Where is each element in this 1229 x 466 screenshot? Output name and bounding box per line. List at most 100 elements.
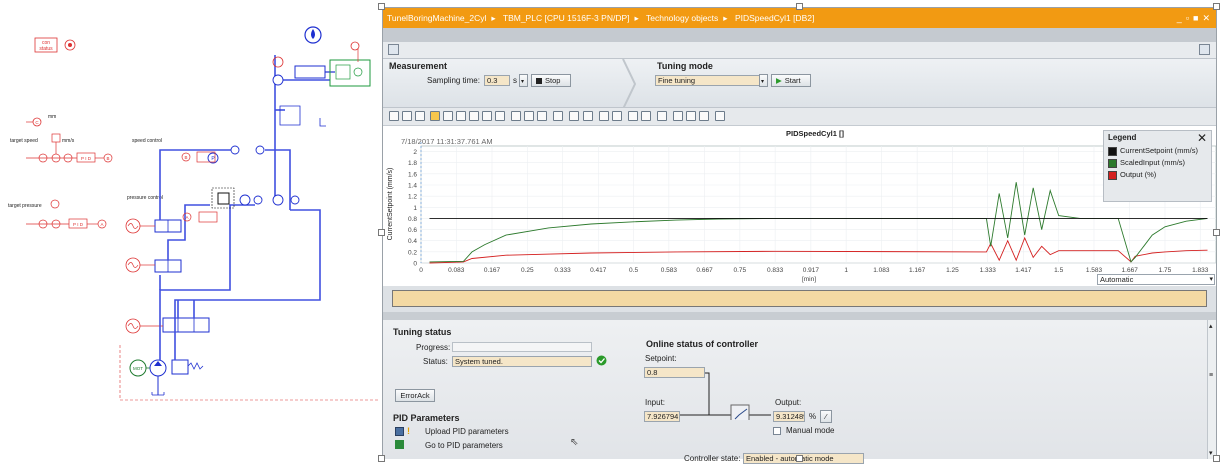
flow-sensor-icon[interactable] — [272, 194, 284, 206]
tuning-mode-select[interactable]: Fine tuning — [655, 75, 761, 86]
scroll-up-icon[interactable]: ▴ — [1209, 322, 1213, 330]
align-icon[interactable] — [583, 111, 593, 121]
trend-chart[interactable]: 7/18/2017 11:31:37.761 AM PIDSpeedCyl1 []… — [383, 126, 1217, 286]
export-icon[interactable] — [715, 111, 725, 121]
scale-icon[interactable] — [569, 111, 579, 121]
p-sensor-2-icon[interactable] — [239, 194, 251, 206]
y-axis-label: CurrentSetpoint (mm/s) — [387, 168, 394, 241]
goto-arrow-icon[interactable] — [395, 440, 404, 449]
sampling-unit-dropdown[interactable]: ▾ — [519, 74, 528, 87]
cylinder[interactable] — [294, 65, 326, 79]
table-icon[interactable] — [657, 111, 667, 121]
measure-icon[interactable] — [524, 111, 534, 121]
upload-params-link[interactable]: Upload PID parameters — [425, 427, 509, 436]
pressure-amp-block[interactable] — [198, 211, 218, 223]
chart-legend: Legend ✕ CurrentSetpoint (mm/s) ScaledIn… — [1103, 130, 1212, 202]
zoom-in-icon[interactable] — [482, 111, 492, 121]
fit-icon[interactable] — [415, 111, 425, 121]
legend-item-setpoint[interactable]: CurrentSetpoint (mm/s) — [1108, 145, 1198, 156]
list-alt-icon[interactable] — [699, 111, 709, 121]
resize-handle[interactable] — [378, 455, 385, 462]
resize-handle[interactable] — [1213, 3, 1220, 10]
resize-handle[interactable] — [378, 229, 385, 236]
pan-icon[interactable] — [430, 111, 440, 121]
start-button[interactable]: ▶ Start — [771, 74, 811, 87]
sampling-unit: s — [513, 76, 517, 85]
zoom-y-icon[interactable] — [469, 111, 479, 121]
controller-state-value: Enabled - automatic mode — [743, 453, 864, 464]
config-view-icon[interactable] — [388, 44, 399, 55]
relief-valve[interactable] — [171, 359, 189, 375]
resize-handle[interactable] — [1213, 229, 1220, 236]
check-valve-3-icon[interactable] — [230, 145, 240, 155]
scroll-grip-icon[interactable]: ≡ — [1209, 372, 1213, 379]
settings-panel-icon[interactable] — [1199, 44, 1210, 55]
chart-mode-select[interactable]: Automatic ▾ — [1097, 274, 1215, 285]
legend-item-output[interactable]: Output (%) — [1108, 169, 1156, 180]
zoom-area-icon[interactable] — [443, 111, 453, 121]
pid-tuning-window: TunelBoringMachine_2Cyl ▸ TBM_PLC [CPU 15… — [382, 7, 1217, 464]
stop-button[interactable]: Stop — [531, 74, 571, 87]
y-tick-label: 2 — [413, 149, 417, 156]
pressure-regulator-block[interactable] — [217, 192, 230, 205]
zoom-out-icon[interactable] — [495, 111, 505, 121]
position-sensor-icon[interactable] — [350, 41, 360, 51]
tuning-mode-dropdown[interactable]: ▾ — [759, 74, 768, 87]
cursor-icon[interactable] — [511, 111, 521, 121]
pid-params-title: PID Parameters — [393, 413, 460, 423]
split-h-icon[interactable] — [628, 111, 638, 121]
legend-label: Output (%) — [1120, 170, 1157, 179]
snapshot-icon[interactable] — [537, 111, 547, 121]
forward-icon[interactable] — [402, 111, 412, 121]
p-sensor-top-icon[interactable] — [272, 74, 284, 86]
status-scrollbar[interactable]: ▴ ≡ ▾ — [1207, 320, 1216, 459]
resize-handle[interactable] — [1213, 455, 1220, 462]
grid-icon[interactable] — [553, 111, 563, 121]
breadcrumb-sep-icon: ▸ — [723, 13, 728, 23]
resize-handle[interactable] — [796, 455, 803, 462]
resize-handle[interactable] — [378, 3, 385, 10]
minimize-icon[interactable]: _ — [1177, 8, 1182, 28]
upload-icon[interactable] — [395, 427, 404, 436]
manual-mode-checkbox[interactable] — [773, 427, 781, 435]
integrator-block[interactable] — [51, 133, 61, 143]
split-v-icon[interactable] — [641, 111, 651, 121]
legend-icon[interactable] — [673, 111, 683, 121]
curve-icon[interactable] — [599, 111, 609, 121]
mms-label: mm/s — [62, 138, 75, 144]
list-icon[interactable] — [686, 111, 696, 121]
pane-splitter[interactable] — [383, 312, 1216, 320]
goto-params-link[interactable]: Go to PID parameters — [425, 441, 503, 450]
legend-item-input[interactable]: ScaledInput (mm/s) — [1108, 157, 1185, 168]
output-edit-icon[interactable]: ⁄ — [820, 410, 832, 423]
check-valve-2-icon[interactable] — [290, 195, 300, 205]
resize-handle[interactable] — [796, 3, 803, 10]
y-tick-label: 1.4 — [408, 183, 417, 190]
pressure-gauge-node[interactable] — [50, 199, 60, 209]
check-valve-4-icon[interactable] — [255, 145, 265, 155]
directional-valve[interactable] — [162, 317, 210, 333]
x-tick-label: 1.833 — [1192, 267, 1209, 274]
relief-valve-top[interactable] — [279, 105, 301, 126]
breadcrumb-project[interactable]: TunelBoringMachine_2Cyl — [387, 13, 486, 23]
back-icon[interactable] — [389, 111, 399, 121]
close-icon[interactable]: ✕ — [1202, 8, 1210, 28]
y-tick-label: 1.2 — [408, 194, 417, 201]
maximize-icon[interactable]: ■ — [1193, 8, 1198, 28]
check-valve-1-icon[interactable] — [253, 195, 263, 205]
expand-icon[interactable] — [612, 111, 622, 121]
status-panel: Tuning status Progress: Status: System t… — [383, 320, 1216, 464]
breadcrumb-db[interactable]: PIDSpeedCyl1 [DB2] — [735, 13, 814, 23]
scroll-down-icon[interactable]: ▾ — [1209, 449, 1213, 457]
erroack-button[interactable]: ErrorAck — [395, 389, 435, 402]
chart-toolbar — [383, 108, 1216, 126]
restore-icon[interactable]: ▫ — [1186, 8, 1189, 28]
legend-close-icon[interactable]: ✕ — [1197, 131, 1207, 145]
manual-mode-label: Manual mode — [786, 426, 835, 435]
breadcrumb-plc[interactable]: TBM_PLC [CPU 1516F-3 PN/DP] — [503, 13, 630, 23]
breadcrumb-techobjects[interactable]: Technology objects — [646, 13, 718, 23]
sampling-time-input[interactable]: 0.3 — [484, 75, 510, 86]
timeline-range-bar[interactable] — [392, 290, 1207, 307]
zoom-x-icon[interactable] — [456, 111, 466, 121]
x-tick-label: 1.5 — [1054, 267, 1063, 274]
